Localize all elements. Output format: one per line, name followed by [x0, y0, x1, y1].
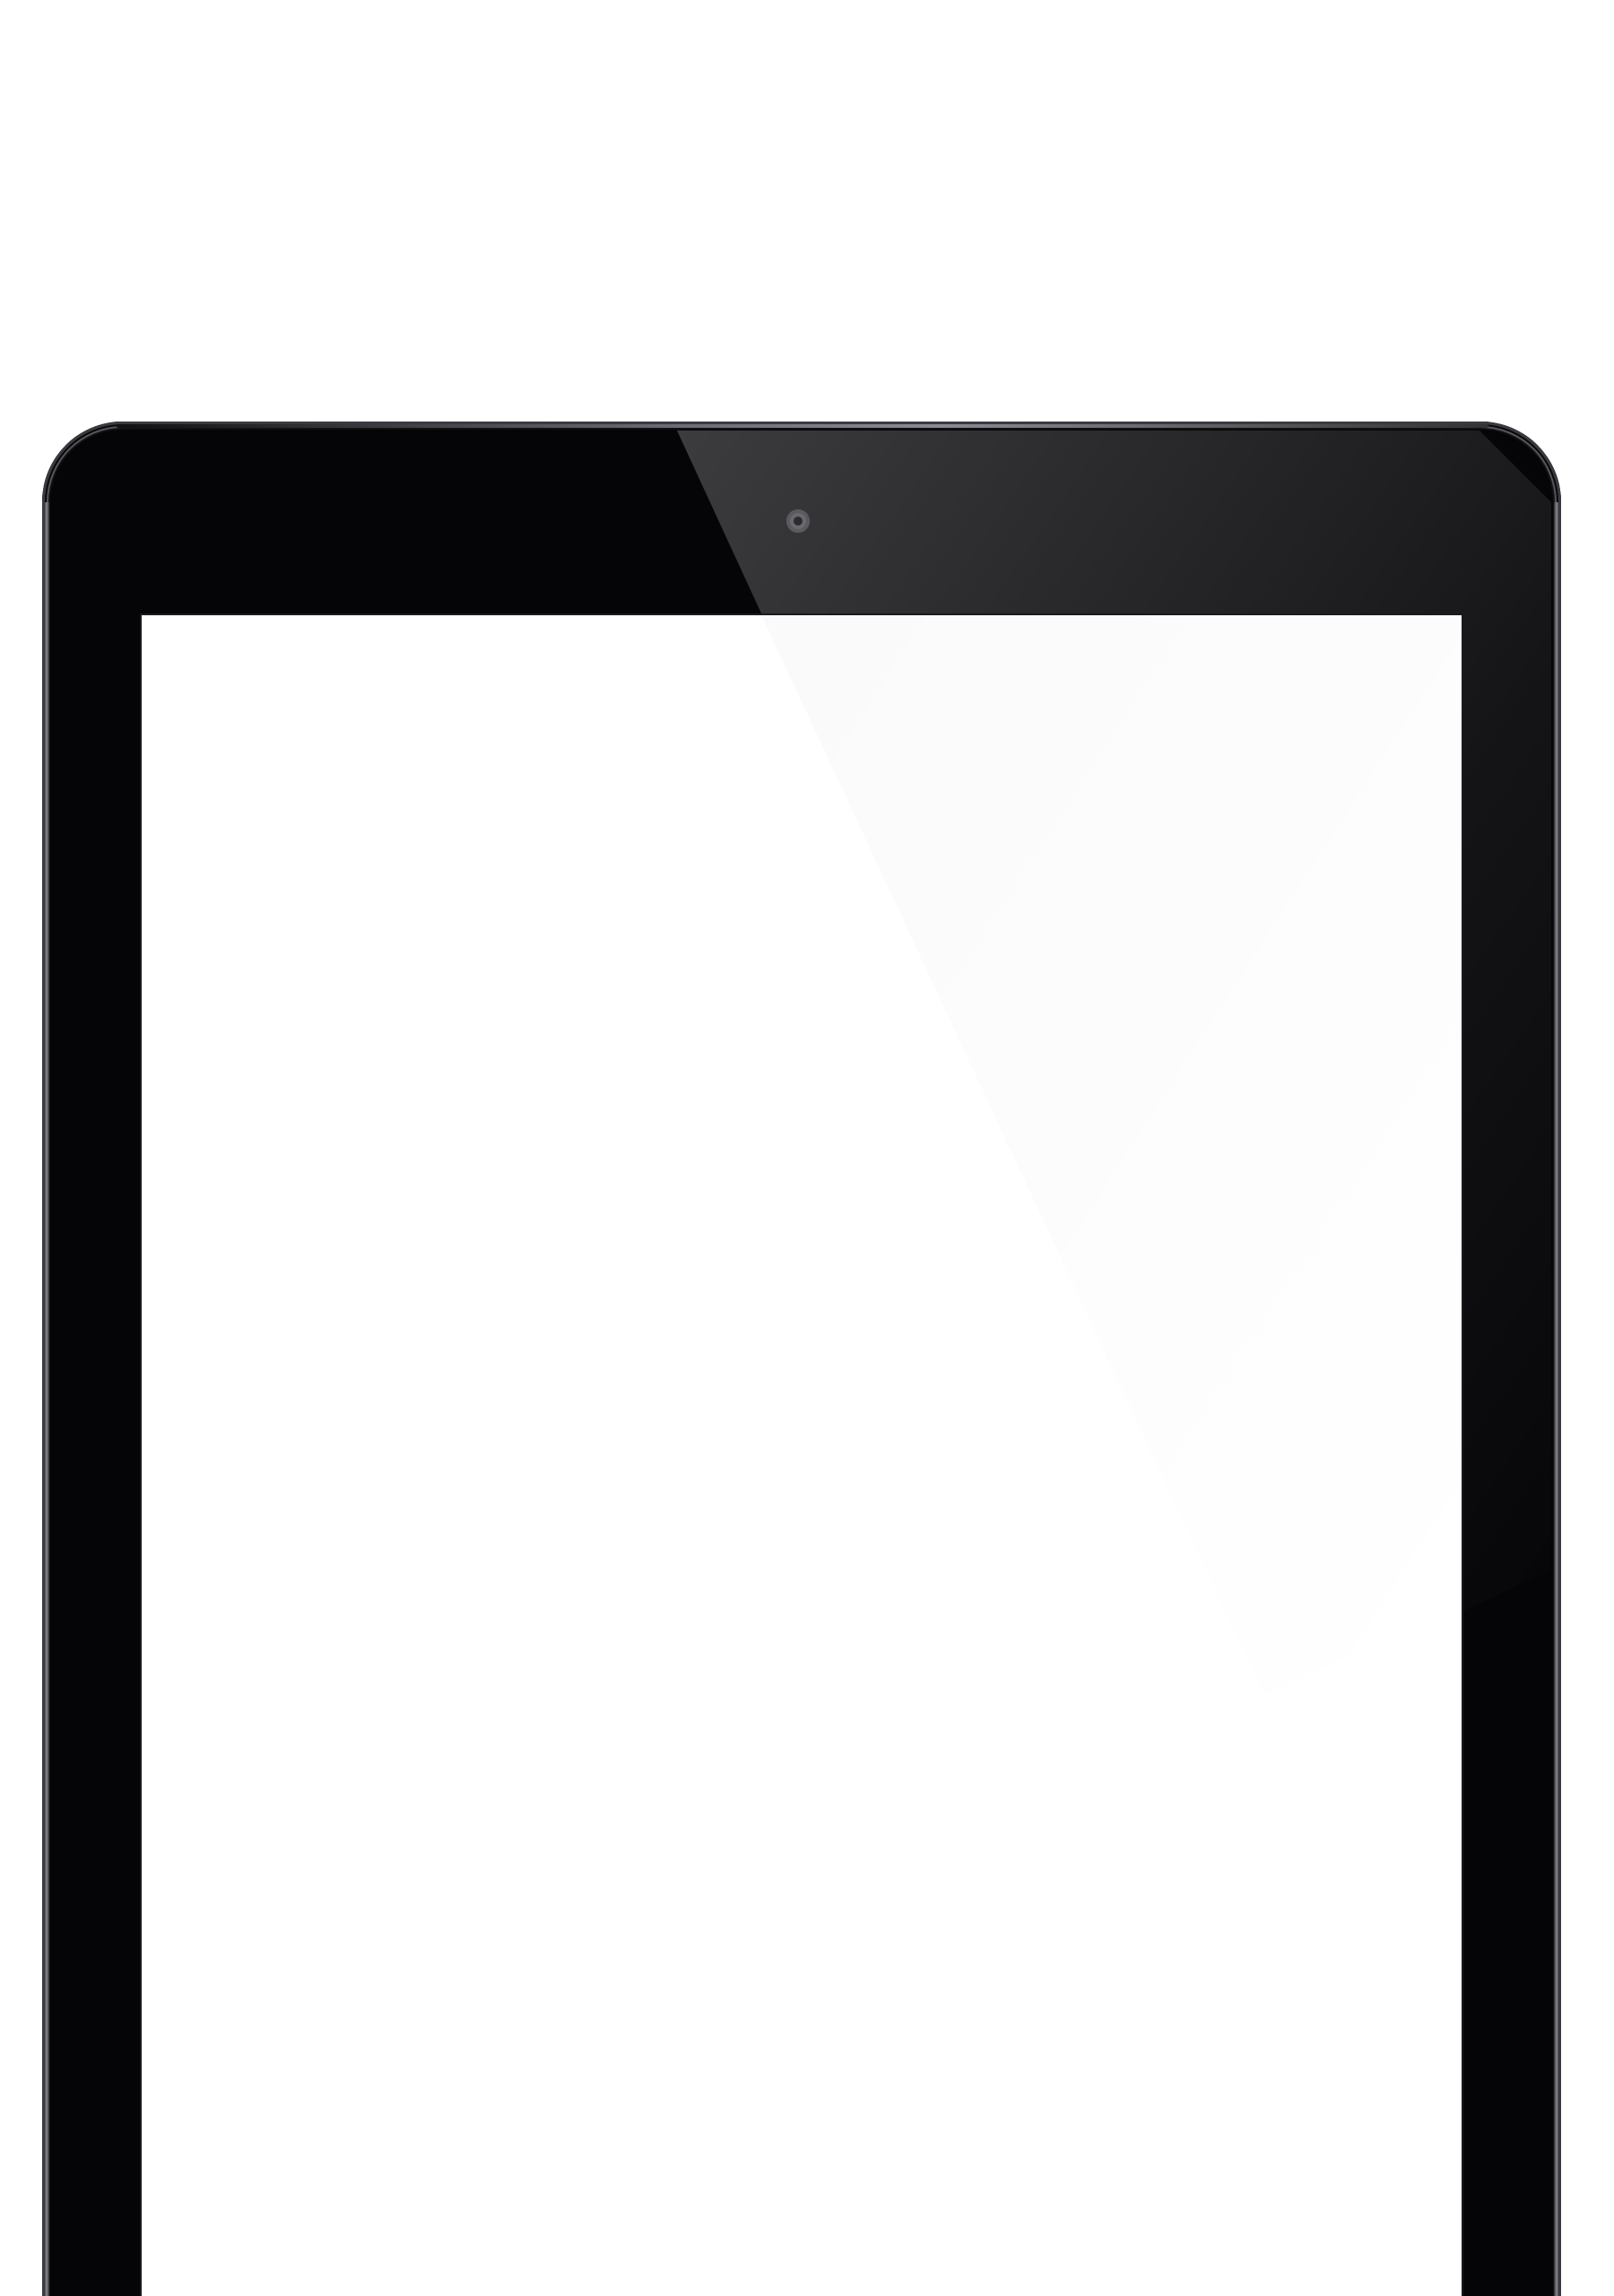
tablet-top-edge-highlight [117, 424, 1488, 428]
tablet-screen [142, 615, 1462, 2296]
tablet-right-edge [1554, 502, 1559, 2296]
page [0, 0, 1614, 2296]
tablet-left-edge [44, 502, 49, 2296]
camera-icon [786, 509, 810, 533]
